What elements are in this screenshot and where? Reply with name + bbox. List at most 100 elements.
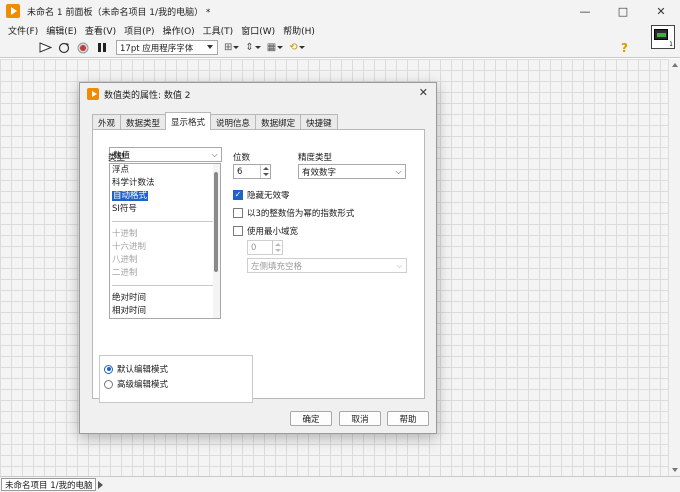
minimize-button[interactable]: — bbox=[566, 0, 604, 22]
vertical-scrollbar[interactable] bbox=[668, 59, 680, 476]
precision-type-value: 有效数字 bbox=[302, 167, 337, 178]
checkbox-icon[interactable] bbox=[233, 226, 243, 236]
advanced-edit-mode-radio[interactable]: 高级编辑模式 bbox=[104, 378, 168, 390]
checkbox-checked-icon[interactable]: ✓ bbox=[233, 190, 243, 200]
radio-icon[interactable] bbox=[104, 379, 113, 389]
tab-data-type[interactable]: 数据类型 bbox=[120, 114, 167, 130]
ok-button[interactable]: 确定 bbox=[290, 411, 332, 426]
menu-edit[interactable]: 编辑(E) bbox=[42, 24, 81, 37]
menu-file[interactable]: 文件(F) bbox=[4, 24, 42, 37]
hide-zeros-label: 隐藏无效零 bbox=[247, 191, 290, 201]
list-item[interactable]: 相对时间 bbox=[110, 305, 220, 318]
project-path: 未命名项目 1/我的电脑 bbox=[1, 478, 97, 491]
abort-icon[interactable] bbox=[76, 41, 90, 55]
font-selector[interactable]: 17pt 应用程序字体 bbox=[116, 40, 218, 55]
list-item-selected[interactable]: 自动格式 bbox=[110, 190, 220, 203]
caret-down-icon bbox=[277, 46, 284, 49]
tab-display-format[interactable]: 显示格式 bbox=[165, 112, 212, 130]
distribute-objects-button[interactable]: ⇕ bbox=[245, 42, 261, 53]
menu-help[interactable]: 帮助(H) bbox=[279, 24, 319, 37]
digits-label: 位数 bbox=[233, 153, 251, 163]
dialog-close-icon[interactable]: ✕ bbox=[419, 86, 428, 99]
menu-project[interactable]: 项目(P) bbox=[120, 24, 158, 37]
run-arrow-icon[interactable] bbox=[38, 41, 52, 55]
close-button[interactable]: ✕ bbox=[642, 0, 680, 22]
list-item[interactable]: 科学计数法 bbox=[110, 177, 220, 190]
menu-bar: 文件(F) 编辑(E) 查看(V) 项目(P) 操作(O) 工具(T) 窗口(W… bbox=[0, 22, 680, 38]
checkbox-icon[interactable] bbox=[233, 208, 243, 218]
exponent-multiple-3-checkbox[interactable]: 以3的整数倍为幂的指数形式 bbox=[233, 207, 354, 219]
status-bar: 未命名项目 1/我的电脑 bbox=[0, 476, 680, 492]
list-item[interactable]: SI符号 bbox=[110, 203, 220, 216]
scroll-up-icon[interactable] bbox=[672, 63, 678, 67]
list-item: 十六进制 bbox=[112, 242, 147, 252]
caret-down-icon bbox=[233, 46, 240, 49]
run-continuously-icon[interactable] bbox=[57, 41, 71, 55]
min-field-width-label: 使用最小域宽 bbox=[247, 227, 299, 237]
menu-operate[interactable]: 操作(O) bbox=[159, 24, 199, 37]
chevron-down-icon: ⌵ bbox=[396, 260, 403, 270]
menu-window[interactable]: 窗口(W) bbox=[237, 24, 279, 37]
pause-icon[interactable] bbox=[95, 41, 109, 55]
labview-logo-icon bbox=[6, 4, 20, 18]
list-scrollbar[interactable] bbox=[213, 164, 220, 318]
font-selector-value: 17pt 应用程序字体 bbox=[120, 43, 194, 54]
default-edit-mode-radio[interactable]: 默认编辑模式 bbox=[104, 363, 168, 375]
property-tabs: 外观 数据类型 显示格式 说明信息 数据绑定 快捷键 bbox=[92, 112, 338, 130]
help-button[interactable]: 帮助 bbox=[387, 411, 429, 426]
list-item: 二进制 bbox=[112, 268, 138, 278]
resize-icon: ▦ bbox=[266, 42, 277, 53]
align-objects-button[interactable]: ⊞ bbox=[224, 42, 240, 53]
pad-value: 左侧填充空格 bbox=[251, 261, 303, 272]
list-item[interactable]: 浮点 bbox=[110, 164, 220, 177]
caret-down-icon bbox=[254, 46, 261, 49]
spin-down-icon bbox=[275, 249, 281, 252]
align-icon: ⊞ bbox=[224, 42, 233, 53]
labview-logo-icon bbox=[87, 88, 99, 100]
digits-spinner[interactable] bbox=[260, 165, 270, 178]
resize-objects-button[interactable]: ▦ bbox=[266, 42, 284, 53]
hide-zeros-checkbox[interactable]: ✓ 隐藏无效零 bbox=[233, 189, 290, 201]
min-width-value: 0 bbox=[251, 242, 257, 253]
scroll-down-icon[interactable] bbox=[672, 468, 678, 472]
numeric-properties-dialog: 数值类的属性: 数值 2 ✕ 外观 数据类型 显示格式 说明信息 数据绑定 快捷… bbox=[79, 82, 437, 434]
tab-documentation[interactable]: 说明信息 bbox=[210, 114, 257, 130]
tab-key-navigation[interactable]: 快捷键 bbox=[300, 114, 338, 130]
format-type-list[interactable]: 浮点 科学计数法 自动格式 SI符号 十进制 十六进制 八进制 二进制 绝对时间… bbox=[109, 163, 221, 319]
format-target-select[interactable]: 数值 ⌵ bbox=[109, 147, 222, 162]
distribute-icon: ⇕ bbox=[245, 42, 254, 53]
reorder-button[interactable]: ⟲ bbox=[289, 42, 305, 53]
caret-down-icon bbox=[298, 46, 305, 49]
min-field-width-checkbox[interactable]: 使用最小域宽 bbox=[233, 225, 298, 237]
window-controls: — □ ✕ bbox=[566, 0, 680, 22]
menu-tools[interactable]: 工具(T) bbox=[199, 24, 238, 37]
precision-type-select[interactable]: 有效数字 ⌵ bbox=[298, 164, 406, 179]
edit-mode-group: 默认编辑模式 高级编辑模式 bbox=[99, 355, 253, 403]
maximize-button[interactable]: □ bbox=[604, 0, 642, 22]
reorder-icon: ⟲ bbox=[289, 42, 298, 53]
digits-value: 6 bbox=[237, 166, 243, 177]
tab-data-binding[interactable]: 数据绑定 bbox=[255, 114, 302, 130]
scroll-thumb[interactable] bbox=[214, 172, 218, 272]
type-label-text: 类型 bbox=[108, 153, 126, 163]
monitor-icon bbox=[654, 29, 668, 40]
cancel-button[interactable]: 取消 bbox=[339, 411, 381, 426]
chevron-down-icon: ⌵ bbox=[395, 166, 402, 176]
spin-up-icon[interactable] bbox=[263, 167, 269, 170]
exponent-multiple-3-label: 以3的整数倍为幂的指数形式 bbox=[247, 209, 355, 219]
digits-input[interactable]: 6 bbox=[233, 164, 271, 179]
vi-icon-number: 1 bbox=[669, 41, 673, 48]
chevron-down-icon: ⌵ bbox=[211, 149, 218, 159]
tab-appearance[interactable]: 外观 bbox=[92, 114, 122, 130]
spin-up-icon bbox=[275, 243, 281, 246]
list-separator bbox=[112, 285, 218, 286]
context-help-icon[interactable]: ? bbox=[621, 41, 628, 55]
spin-down-icon[interactable] bbox=[263, 173, 269, 176]
list-item[interactable]: 绝对时间 bbox=[110, 292, 220, 305]
vi-icon[interactable]: 1 bbox=[651, 25, 675, 49]
list-separator bbox=[112, 221, 218, 222]
menu-view[interactable]: 查看(V) bbox=[81, 24, 120, 37]
play-arrow-icon[interactable] bbox=[98, 480, 104, 489]
title-bar: 未命名 1 前面板（未命名项目 1/我的电脑） * — □ ✕ bbox=[0, 0, 680, 22]
radio-selected-icon[interactable] bbox=[104, 364, 113, 374]
